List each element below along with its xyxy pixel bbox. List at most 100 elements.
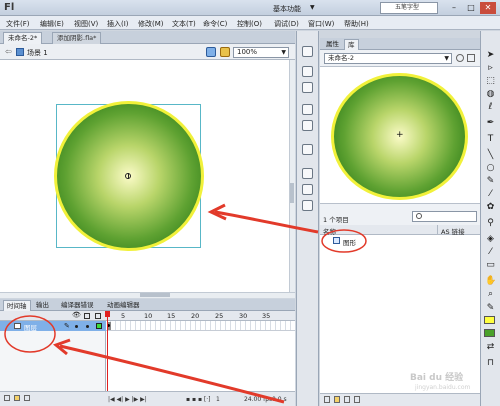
chevron-down-icon: ▼ [281, 49, 286, 56]
tab-motion-editor[interactable]: 动画编辑器 [104, 300, 143, 311]
minimize-button[interactable]: – [446, 2, 462, 14]
deco-tool-icon[interactable]: ✿ [485, 202, 496, 212]
stage-vertical-scrollbar[interactable] [289, 60, 295, 292]
lock-dot[interactable] [86, 325, 89, 328]
menu-edit[interactable]: 编辑(E) [40, 19, 64, 29]
lock-icon[interactable] [84, 313, 90, 319]
layer-outline-color[interactable] [96, 323, 102, 329]
playhead-handle[interactable] [105, 311, 110, 317]
tab-compiler-errors[interactable]: 编译器错误 [58, 300, 97, 311]
new-layer-icon[interactable] [4, 395, 10, 401]
free-transform-tool-icon[interactable]: ⬚ [485, 76, 496, 86]
stroke-color-swatch[interactable] [484, 316, 495, 324]
column-divider[interactable] [437, 225, 438, 235]
paint-bucket-tool-icon[interactable]: ◈ [485, 234, 496, 244]
delete-layer-icon[interactable] [24, 395, 30, 401]
properties-icon[interactable] [344, 396, 350, 403]
menu-view[interactable]: 视图(V) [74, 19, 98, 29]
fill-color-swatch[interactable] [484, 329, 495, 337]
menu-file[interactable]: 文件(F) [6, 19, 30, 29]
components-icon[interactable] [302, 168, 313, 179]
bone-tool-icon[interactable]: ⚲ [485, 218, 496, 228]
line-tool-icon[interactable]: ╲ [485, 150, 496, 160]
tab-properties[interactable]: 属性 [323, 39, 342, 50]
chevron-down-icon: ▼ [444, 55, 449, 62]
3d-rotation-tool-icon[interactable]: ◍ [485, 89, 496, 99]
edit-symbols-icon[interactable] [220, 47, 230, 57]
frame-area[interactable] [106, 321, 295, 391]
frame-rate: 24.00 fps [244, 396, 273, 403]
close-button[interactable]: ✕ [480, 2, 496, 14]
stroke-color-icon[interactable]: ✎ [485, 303, 496, 313]
menu-modify[interactable]: 修改(M) [138, 19, 164, 29]
watermark-url: jingyan.baidu.com [415, 384, 471, 391]
back-arrow-icon[interactable]: ⇦ [5, 47, 12, 56]
snap-icon[interactable]: ⊓ [485, 358, 496, 368]
onion-skin-icons[interactable]: ▪ ▪ ▪ [·] [186, 396, 211, 403]
pencil-tool-icon[interactable]: ✎ [485, 176, 496, 186]
chevron-down-icon[interactable]: ▼ [310, 4, 315, 11]
new-symbol-icon[interactable] [324, 396, 330, 403]
transform-panel-icon[interactable] [302, 120, 313, 131]
eye-icon[interactable]: 👁 [72, 311, 81, 319]
frame-row[interactable] [106, 321, 295, 331]
oval-tool-icon[interactable]: ○ [485, 163, 496, 173]
tab-untitled-2[interactable]: 未命名-2* [3, 32, 43, 44]
menu-insert[interactable]: 插入(I) [107, 19, 129, 29]
eyedropper-tool-icon[interactable]: ⁄ [485, 247, 496, 257]
tab-library[interactable]: 库 [344, 39, 359, 50]
current-frame: 1 [216, 396, 220, 403]
text-tool-icon[interactable]: T [485, 134, 496, 144]
menu-window[interactable]: 窗口(W) [308, 19, 334, 29]
menu-text[interactable]: 文本(T) [172, 19, 196, 29]
visibility-dot[interactable] [75, 325, 78, 328]
help-search-input[interactable]: 五笔字型 [380, 2, 438, 14]
menu-help[interactable]: 帮助(H) [344, 19, 369, 29]
selection-tool-icon[interactable]: ➤ [485, 50, 496, 60]
outline-icon[interactable] [95, 313, 101, 319]
edit-scene-icon[interactable] [206, 47, 216, 57]
maximize-button[interactable]: □ [463, 2, 479, 14]
hand-tool-icon[interactable]: ✋ [485, 276, 496, 286]
motion-presets-icon[interactable] [302, 184, 313, 195]
playback-controls[interactable]: |◀ ◀| ▶ |▶ ▶| [108, 396, 147, 403]
code-snippets-icon[interactable] [302, 144, 313, 155]
timeline-header: 👁 5 10 15 20 25 30 35 [0, 311, 295, 321]
tab-add-shadow[interactable]: 添加阴影.fla* [52, 32, 102, 44]
new-folder-icon[interactable] [14, 395, 20, 401]
color-panel-icon[interactable] [302, 46, 313, 57]
subselection-tool-icon[interactable]: ▹ [485, 63, 496, 73]
layer-name[interactable]: 图层 [24, 322, 37, 332]
new-library-panel-icon[interactable] [467, 54, 475, 62]
frame-number: 35 [262, 312, 271, 320]
new-folder-icon[interactable] [334, 396, 340, 403]
layer-icon [14, 323, 21, 329]
title-bar: Fl 基本功能 ▼ 五笔字型 – □ ✕ [0, 0, 500, 16]
menu-debug[interactable]: 调试(D) [274, 19, 299, 29]
pen-tool-icon[interactable]: ✒ [485, 118, 496, 128]
history-panel-icon[interactable] [302, 200, 313, 211]
align-panel-icon[interactable] [302, 82, 313, 93]
library-document-select[interactable]: 未命名-2 ▼ [324, 53, 452, 64]
eraser-tool-icon[interactable]: ▭ [485, 260, 496, 270]
swatches-panel-icon[interactable] [302, 66, 313, 77]
delete-icon[interactable] [354, 396, 360, 403]
lasso-tool-icon[interactable]: ℓ [485, 102, 496, 112]
tab-timeline[interactable]: 时间轴 [3, 300, 31, 311]
zoom-value: 100% [237, 48, 258, 56]
info-panel-icon[interactable] [302, 104, 313, 115]
library-item-label[interactable]: 图形 [343, 237, 356, 247]
menu-commands[interactable]: 命令(C) [203, 19, 227, 29]
tab-output[interactable]: 输出 [33, 300, 52, 311]
frame-number: 10 [144, 312, 153, 320]
vertical-scroll-thumb[interactable] [290, 183, 294, 203]
brush-tool-icon[interactable]: ⁄ [485, 189, 496, 199]
playhead[interactable] [107, 311, 108, 391]
pin-icon[interactable] [456, 54, 464, 62]
zoom-tool-icon[interactable]: ⌕ [485, 289, 496, 299]
menu-control[interactable]: 控制(O) [237, 19, 262, 29]
swap-colors-icon[interactable]: ⇄ [485, 342, 496, 352]
workspace-switcher[interactable]: 基本功能 [273, 4, 301, 14]
zoom-select[interactable]: 100% ▼ [233, 47, 289, 58]
horizontal-scroll-thumb[interactable] [140, 293, 170, 297]
